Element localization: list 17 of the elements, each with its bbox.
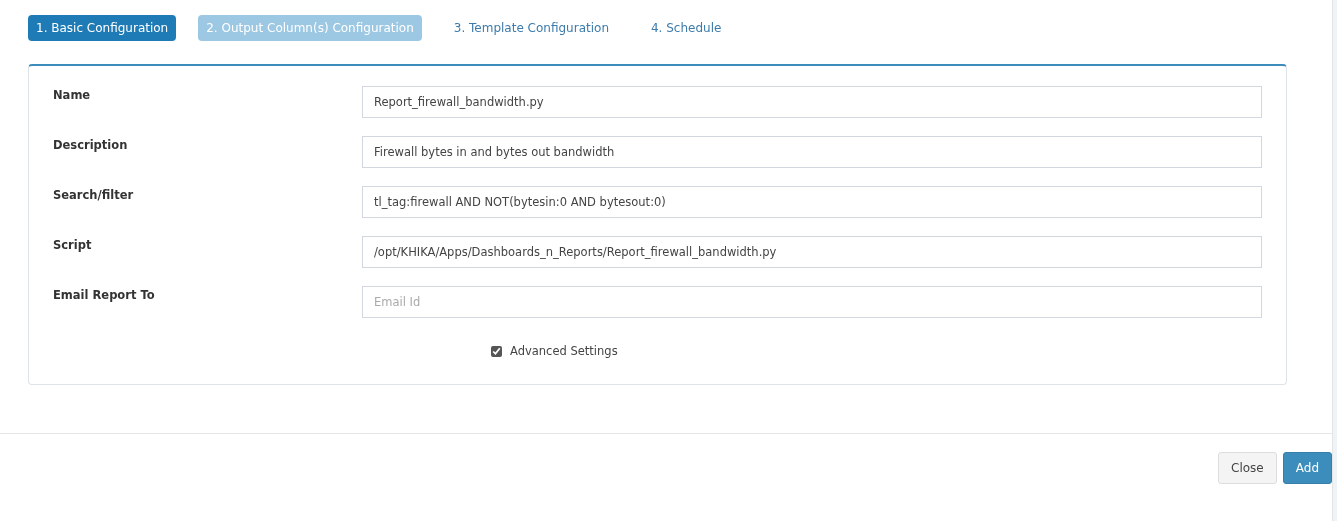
- step-tab[interactable]: 4. Schedule: [641, 15, 732, 41]
- step-tab[interactable]: 3. Template Configuration: [443, 15, 619, 41]
- checkbox[interactable]: [491, 345, 502, 357]
- input-field[interactable]: /opt/KHIKA/Apps/Dashboards_n_Reports/Report_firewall_bandwidth.py: [362, 236, 1262, 268]
- field-label: Name: [53, 87, 92, 102]
- checkbox-label: Advanced Settings: [510, 344, 618, 358]
- field-label: Search/filter: [53, 187, 135, 202]
- field-label: Email Report To: [53, 287, 156, 302]
- field-label: Script: [53, 237, 93, 252]
- field-label: Description: [53, 137, 129, 152]
- input-field[interactable]: tl_tag:firewall AND NOT(bytesin:0 AND bytesout:0): [362, 186, 1262, 218]
- step-tab[interactable]: 1. Basic Configuration: [28, 15, 177, 41]
- close-button[interactable]: Close: [1218, 452, 1277, 484]
- input-field[interactable]: Report_firewall_bandwidth.py: [362, 86, 1262, 118]
- add-button[interactable]: Add: [1282, 452, 1332, 484]
- input-field[interactable]: Email Id: [362, 286, 1262, 318]
- input-field[interactable]: Firewall bytes in and bytes out bandwidth: [362, 136, 1262, 168]
